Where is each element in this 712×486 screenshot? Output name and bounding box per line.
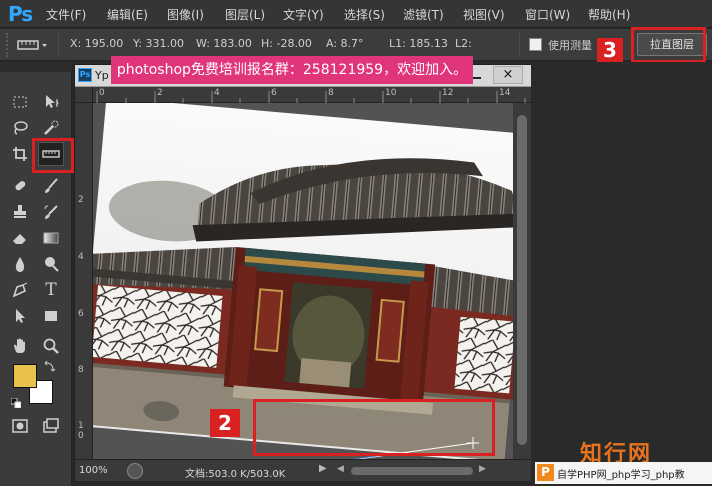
gradient-tool-icon[interactable]	[38, 226, 64, 250]
pen-tool-icon[interactable]	[7, 278, 33, 302]
swap-colors-icon[interactable]	[44, 360, 56, 372]
ruler-h-label: 0	[99, 88, 105, 98]
menu-bar: Ps 文件(F) 编辑(E) 图像(I) 图层(L) 文字(Y) 选择(S) 滤…	[0, 0, 712, 28]
scroll-left-icon[interactable]: ◀	[337, 464, 344, 474]
highlight-box-2	[253, 399, 495, 456]
use-measure-label: 使用测量	[548, 39, 592, 52]
type-tool-icon[interactable]: T	[38, 278, 64, 302]
step-badge-2: 2	[210, 409, 240, 437]
menu-edit[interactable]: 编辑(E)	[107, 6, 148, 23]
move-tool-icon[interactable]	[38, 90, 64, 114]
menu-select[interactable]: 选择(S)	[344, 6, 385, 23]
blur-tool-icon[interactable]	[7, 252, 33, 276]
horizontal-ruler[interactable]: 0 2 4 6 8 10 12 14	[93, 87, 531, 103]
dodge-tool-icon[interactable]	[38, 252, 64, 276]
angle-readout: A: 8.7°	[326, 37, 364, 50]
ruler-h-label: 10	[385, 88, 397, 98]
marquee-tool-icon[interactable]	[7, 90, 33, 114]
eraser-tool-icon[interactable]	[7, 226, 33, 250]
foreground-color-swatch[interactable]	[13, 364, 37, 388]
menu-type[interactable]: 文字(Y)	[283, 6, 324, 23]
menu-window[interactable]: 窗口(W)	[525, 6, 570, 23]
training-banner: photoshop免费培训报名群：258121959，欢迎加入。	[111, 56, 473, 84]
ps-logo: Ps	[8, 2, 33, 26]
vertical-scrollbar[interactable]	[513, 103, 531, 459]
width-readout: W: 183.00	[196, 37, 252, 50]
ruler-h-label: 6	[271, 88, 277, 98]
length1-readout: L1: 185.13	[389, 37, 448, 50]
ruler-origin[interactable]	[75, 87, 93, 103]
spot-healing-tool-icon[interactable]	[7, 174, 33, 198]
status-info-icon[interactable]	[127, 463, 143, 479]
options-separator	[519, 33, 520, 57]
hand-tool-icon[interactable]	[7, 334, 33, 358]
ruler-v-label: 8	[78, 365, 84, 375]
tool-panel-header	[0, 62, 72, 72]
menu-layer[interactable]: 图层(L)	[225, 6, 265, 23]
document-info[interactable]: 文档:503.0 K/503.0K	[185, 465, 285, 480]
zoom-level[interactable]: 100%	[79, 465, 108, 476]
ruler-tool-preset-icon[interactable]	[16, 36, 50, 54]
status-menu-arrow-icon[interactable]: ▶	[319, 463, 327, 474]
ruler-v-label: 4	[78, 252, 84, 262]
vertical-ruler[interactable]: 2 4 6 8 1 0	[75, 103, 93, 459]
menu-filter[interactable]: 滤镜(T)	[403, 6, 444, 23]
ruler-v-label: 6	[78, 309, 84, 319]
highlight-box-1	[32, 138, 74, 173]
options-separator	[58, 33, 59, 57]
ruler-h-label: 2	[157, 88, 163, 98]
status-bar: 100% 文档:503.0 K/503.0K ▶ ◀ ▶	[75, 459, 531, 481]
clone-stamp-tool-icon[interactable]	[7, 200, 33, 224]
close-document-button[interactable]: ×	[493, 66, 523, 84]
watermark-subtitle: 自学PHP网_php学习_php教	[557, 470, 685, 481]
highlight-box-3	[631, 27, 706, 63]
x-readout: X: 195.00	[70, 37, 124, 50]
watermark-logo-icon: P	[537, 464, 554, 481]
menu-view[interactable]: 视图(V)	[463, 6, 505, 23]
step-badge-3: 3	[597, 38, 623, 63]
y-readout: Y: 331.00	[133, 37, 184, 50]
vertical-scroll-thumb[interactable]	[517, 115, 527, 445]
tool-panel: T	[0, 62, 72, 486]
quick-selection-tool-icon[interactable]	[38, 116, 64, 140]
ruler-h-label: 4	[214, 88, 220, 98]
screen-mode-icon[interactable]	[38, 414, 64, 438]
document-ps-icon: Ps	[78, 68, 92, 82]
quick-mask-icon[interactable]	[7, 414, 33, 438]
watermark-strip: P 自学PHP网_php学习_php教	[535, 462, 712, 484]
menu-help[interactable]: 帮助(H)	[588, 6, 630, 23]
ruler-h-label: 8	[328, 88, 334, 98]
length2-readout: L2:	[455, 37, 472, 50]
menu-image[interactable]: 图像(I)	[167, 6, 204, 23]
scroll-right-icon[interactable]: ▶	[479, 464, 486, 474]
ruler-h-label: 12	[442, 88, 454, 98]
photoshop-window: Ps 文件(F) 编辑(E) 图像(I) 图层(L) 文字(Y) 选择(S) 滤…	[0, 0, 712, 486]
lasso-tool-icon[interactable]	[7, 116, 33, 140]
height-readout: H: -28.00	[261, 37, 312, 50]
crop-tool-icon[interactable]	[7, 142, 33, 166]
use-measure-checkbox[interactable]	[529, 38, 542, 51]
document-title: Yp	[95, 69, 109, 82]
history-brush-tool-icon[interactable]	[38, 200, 64, 224]
panel-area	[531, 62, 712, 486]
path-selection-tool-icon[interactable]	[7, 304, 33, 328]
zoom-tool-icon[interactable]	[38, 334, 64, 358]
rectangle-tool-icon[interactable]	[38, 304, 64, 328]
brush-tool-icon[interactable]	[38, 174, 64, 198]
ruler-v-label: 1 0	[78, 421, 84, 441]
menu-file[interactable]: 文件(F)	[46, 6, 86, 23]
options-grip[interactable]	[6, 33, 10, 57]
horizontal-scroll-thumb[interactable]	[351, 467, 473, 475]
default-colors-icon[interactable]	[10, 393, 22, 409]
ruler-h-label: 14	[499, 88, 511, 98]
ruler-v-label: 2	[78, 195, 84, 205]
